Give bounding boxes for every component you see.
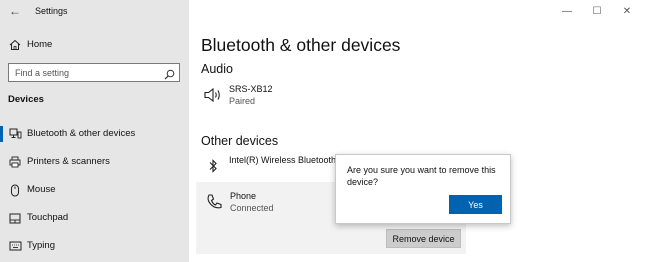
section-heading-devices: Devices xyxy=(8,94,44,105)
sidebar-item-printers[interactable]: Printers & scanners xyxy=(0,151,189,173)
audio-heading: Audio xyxy=(201,62,233,76)
speaker-icon xyxy=(203,85,223,105)
sidebar-item-touchpad[interactable]: Touchpad xyxy=(0,207,189,229)
mouse-icon xyxy=(8,183,22,197)
maximize-button[interactable]: ☐ xyxy=(582,4,612,18)
phone-icon xyxy=(204,192,224,212)
close-button[interactable]: ✕ xyxy=(612,4,642,18)
remove-device-button[interactable]: Remove device xyxy=(386,229,461,248)
confirm-remove-dialog: Are you sure you want to remove this dev… xyxy=(335,154,511,224)
minimize-button[interactable]: — xyxy=(552,4,582,18)
sidebar-item-bluetooth[interactable]: Bluetooth & other devices xyxy=(0,123,189,145)
device-name: Phone xyxy=(230,191,257,201)
home-icon xyxy=(8,38,22,52)
window-controls: — ☐ ✕ xyxy=(552,4,642,18)
sidebar-item-home[interactable]: Home xyxy=(0,33,189,55)
sidebar-item-label: Mouse xyxy=(27,184,56,195)
sidebar-item-label: Bluetooth & other devices xyxy=(27,128,136,139)
search-icon[interactable] xyxy=(164,67,175,80)
page-title: Bluetooth & other devices xyxy=(201,35,401,55)
app-title: Settings xyxy=(35,6,68,16)
other-devices-heading: Other devices xyxy=(201,134,279,148)
sidebar-item-typing[interactable]: Typing xyxy=(0,235,189,257)
sidebar-item-label: Typing xyxy=(27,240,55,251)
dialog-message: Are you sure you want to remove this dev… xyxy=(347,165,496,187)
back-arrow-icon[interactable]: ← xyxy=(9,4,21,18)
device-name: Intel(R) Wireless Bluetootho xyxy=(229,155,342,165)
bluetooth-icon xyxy=(203,156,223,176)
touchpad-icon xyxy=(8,211,22,225)
sidebar-item-label: Home xyxy=(27,39,53,50)
device-srs-xb12[interactable]: SRS-XB12 Paired xyxy=(201,82,471,114)
sidebar-item-label: Touchpad xyxy=(27,212,69,223)
printer-icon xyxy=(8,155,22,169)
device-name: SRS-XB12 xyxy=(229,84,273,94)
sidebar-item-label: Printers & scanners xyxy=(27,156,110,167)
search-input[interactable] xyxy=(9,64,159,81)
active-indicator xyxy=(0,126,3,142)
sidebar: ← Settings Home Devices Bluetooth & othe… xyxy=(0,0,189,262)
yes-button[interactable]: Yes xyxy=(449,195,502,214)
sidebar-item-mouse[interactable]: Mouse xyxy=(0,179,189,201)
device-status: Connected xyxy=(230,203,274,213)
bluetooth-devices-icon xyxy=(8,127,22,141)
device-status: Paired xyxy=(229,96,256,106)
search-field[interactable] xyxy=(8,63,180,82)
keyboard-icon xyxy=(8,239,22,253)
